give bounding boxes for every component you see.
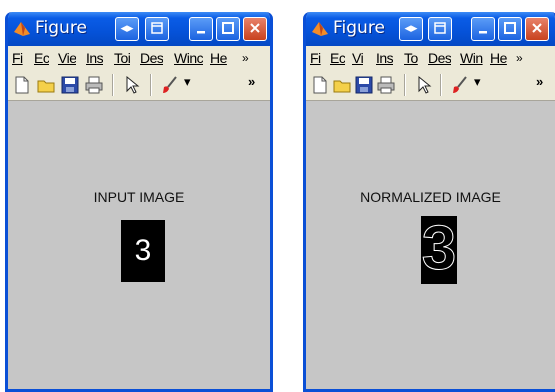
figure-toolbar: ▾ » bbox=[306, 70, 555, 101]
pointer-arrow-icon[interactable] bbox=[414, 75, 434, 95]
maximize-button[interactable] bbox=[216, 17, 240, 41]
dock-arrows-icon: ◂▸ bbox=[404, 21, 418, 36]
new-file-icon[interactable] bbox=[12, 75, 32, 95]
minimize-icon bbox=[479, 31, 487, 34]
brush-dropdown-icon[interactable]: ▾ bbox=[474, 74, 481, 90]
menu-file[interactable]: Fi bbox=[310, 50, 321, 66]
menu-file[interactable]: Fi bbox=[12, 50, 23, 66]
figure-window-normalized[interactable]: Figure ◂▸ Fi Ec Vi Ins To Des Win He » ▾… bbox=[303, 12, 555, 392]
close-icon bbox=[250, 23, 260, 33]
menu-edit[interactable]: Ec bbox=[330, 50, 345, 66]
input-image: 3 bbox=[121, 220, 165, 282]
axes-title: INPUT IMAGE bbox=[93, 189, 185, 205]
minimize-button[interactable] bbox=[471, 17, 495, 41]
print-icon[interactable] bbox=[84, 75, 104, 95]
toolbar-overflow-icon[interactable]: » bbox=[248, 74, 255, 89]
matlab-logo-icon bbox=[14, 22, 30, 36]
menu-bar: Fi Ec Vi Ins To Des Win He » bbox=[306, 46, 555, 71]
save-icon[interactable] bbox=[354, 75, 374, 95]
toolbar-separator bbox=[404, 74, 406, 96]
maximize-icon bbox=[504, 22, 516, 34]
menu-bar: Fi Ec Vie Ins Toi Des Winc He » bbox=[8, 46, 270, 71]
menu-insert[interactable]: Ins bbox=[86, 50, 103, 66]
minimize-button[interactable] bbox=[189, 17, 213, 41]
menu-view[interactable]: Vie bbox=[58, 50, 76, 66]
brush-dropdown-icon[interactable]: ▾ bbox=[184, 74, 191, 90]
menu-overflow-icon[interactable]: » bbox=[516, 51, 523, 65]
menu-desktop[interactable]: Des bbox=[140, 50, 163, 66]
open-folder-icon[interactable] bbox=[332, 75, 352, 95]
matlab-logo-icon bbox=[312, 22, 328, 36]
open-folder-icon[interactable] bbox=[36, 75, 56, 95]
normalized-image: 3 bbox=[421, 214, 457, 284]
close-button[interactable] bbox=[525, 17, 549, 41]
window-title: Figure bbox=[333, 18, 385, 38]
menu-view[interactable]: Vi bbox=[352, 50, 363, 66]
window-title: Figure bbox=[35, 18, 87, 38]
menu-tools[interactable]: Toi bbox=[114, 50, 130, 66]
menu-desktop[interactable]: Des bbox=[428, 50, 451, 66]
print-icon[interactable] bbox=[376, 75, 396, 95]
pointer-arrow-icon[interactable] bbox=[122, 75, 142, 95]
toolbar-overflow-icon[interactable]: » bbox=[536, 74, 543, 89]
toolbar-separator bbox=[150, 74, 152, 96]
undock-icon bbox=[151, 22, 163, 34]
title-bar[interactable]: Figure ◂▸ bbox=[306, 12, 555, 46]
menu-window[interactable]: Winc bbox=[174, 50, 203, 66]
axes-title: NORMALIZED IMAGE bbox=[360, 189, 501, 205]
menu-window[interactable]: Win bbox=[460, 50, 483, 66]
figure-toolbar: ▾ » bbox=[8, 70, 270, 101]
undock-button[interactable] bbox=[145, 17, 169, 41]
close-button[interactable] bbox=[243, 17, 267, 41]
menu-tools[interactable]: To bbox=[404, 50, 418, 66]
toolbar-separator bbox=[112, 74, 114, 96]
close-icon bbox=[532, 23, 542, 33]
dock-button[interactable]: ◂▸ bbox=[399, 17, 423, 41]
maximize-icon bbox=[222, 22, 234, 34]
title-bar[interactable]: Figure ◂▸ bbox=[8, 12, 270, 46]
undock-button[interactable] bbox=[428, 17, 452, 41]
menu-help[interactable]: He bbox=[490, 50, 507, 66]
menu-overflow-icon[interactable]: » bbox=[242, 51, 249, 65]
dock-arrows-icon: ◂▸ bbox=[120, 21, 134, 36]
new-file-icon[interactable] bbox=[310, 75, 330, 95]
toolbar-separator bbox=[440, 74, 442, 96]
undock-icon bbox=[434, 22, 446, 34]
brush-icon[interactable] bbox=[450, 75, 470, 95]
maximize-button[interactable] bbox=[498, 17, 522, 41]
menu-edit[interactable]: Ec bbox=[34, 50, 49, 66]
figure-window-input[interactable]: Figure ◂▸ Fi Ec Vie Ins Toi Des Winc He … bbox=[5, 12, 273, 392]
menu-help[interactable]: He bbox=[210, 50, 227, 66]
dock-button[interactable]: ◂▸ bbox=[115, 17, 139, 41]
menu-insert[interactable]: Ins bbox=[376, 50, 393, 66]
brush-icon[interactable] bbox=[160, 75, 180, 95]
minimize-icon bbox=[197, 31, 205, 34]
save-icon[interactable] bbox=[60, 75, 80, 95]
